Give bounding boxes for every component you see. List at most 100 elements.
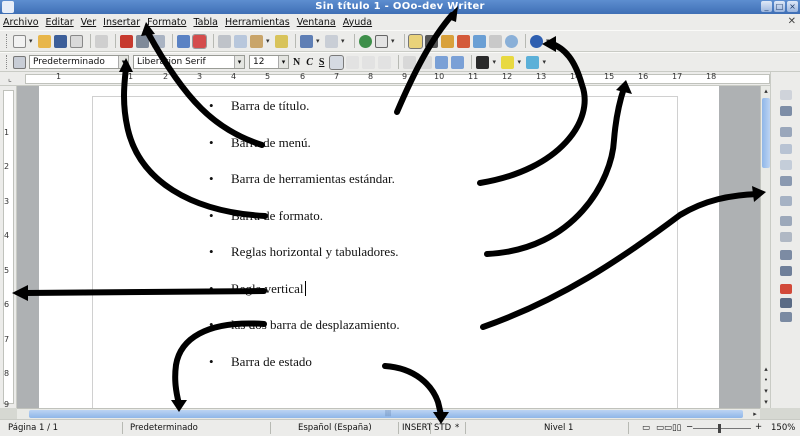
data-sources-icon[interactable] bbox=[473, 34, 486, 48]
zoom-slider[interactable] bbox=[693, 428, 751, 429]
paragraph-style-combo[interactable]: Predeterminado ▾ bbox=[29, 55, 129, 69]
menu-herramientas[interactable]: Herramientas bbox=[225, 17, 290, 28]
email-icon[interactable] bbox=[70, 34, 83, 48]
autospellcheck-icon[interactable] bbox=[192, 33, 207, 49]
bold-button[interactable]: N bbox=[293, 57, 300, 68]
align-text-icon[interactable] bbox=[780, 106, 792, 116]
highlighting-icon[interactable] bbox=[501, 55, 515, 69]
print-preview-icon[interactable] bbox=[152, 34, 165, 48]
hyperlink-icon[interactable] bbox=[359, 34, 372, 48]
language-indicator[interactable]: Español (España) bbox=[298, 423, 372, 433]
font-name-combo[interactable]: Liberation Serif ▾ bbox=[133, 55, 245, 69]
zoom-out-icon[interactable]: − bbox=[686, 422, 693, 432]
find-replace-icon[interactable] bbox=[425, 34, 438, 48]
zoom-in-icon[interactable]: + bbox=[755, 422, 762, 432]
toolbar-grip[interactable] bbox=[6, 55, 9, 69]
edit-file-icon[interactable] bbox=[95, 34, 108, 48]
vertical-ruler[interactable]: 1 2 3 4 5 6 7 8 9 bbox=[0, 86, 17, 409]
document-page[interactable]: Barra de título. Barra de menú. Barra de… bbox=[39, 86, 719, 408]
promote-icon[interactable] bbox=[780, 266, 792, 276]
chevron-down-icon[interactable]: ▾ bbox=[542, 56, 548, 69]
chevron-down-icon[interactable]: ▾ bbox=[118, 56, 128, 68]
move-icon[interactable] bbox=[780, 176, 792, 186]
list-item[interactable]: Barra de título. bbox=[209, 98, 400, 135]
menu-ventana[interactable]: Ventana bbox=[297, 17, 336, 28]
multi-page-view-icon[interactable]: ▭▭ bbox=[656, 423, 672, 433]
print-icon[interactable] bbox=[136, 34, 149, 48]
chevron-down-icon[interactable]: ▾ bbox=[517, 56, 523, 69]
close-button[interactable]: × bbox=[787, 1, 798, 12]
increase-indent-icon[interactable] bbox=[451, 55, 465, 69]
line-spacing-icon[interactable] bbox=[780, 196, 792, 206]
numbering-off-icon[interactable] bbox=[780, 284, 792, 294]
justify-icon[interactable] bbox=[378, 55, 392, 69]
menu-insertar[interactable]: Insertar bbox=[103, 17, 140, 28]
vertical-scrollbar[interactable]: ▴ ▴ • ▾ ▾ bbox=[760, 86, 770, 408]
list-item[interactable]: Regla vertical bbox=[209, 280, 400, 318]
horizontal-scroll-thumb[interactable]: ||| bbox=[29, 410, 743, 418]
bullets-icon[interactable] bbox=[419, 55, 433, 69]
new-document-icon[interactable] bbox=[13, 34, 26, 48]
minimize-button[interactable]: _ bbox=[761, 1, 772, 12]
copy-icon[interactable] bbox=[234, 34, 247, 48]
decrease-indent-icon[interactable] bbox=[435, 55, 449, 69]
help-icon[interactable] bbox=[530, 34, 543, 48]
align-center-icon[interactable] bbox=[346, 55, 360, 69]
chevron-down-icon[interactable]: ▾ bbox=[546, 35, 552, 48]
underline-button[interactable]: S bbox=[319, 57, 325, 68]
close-document-icon[interactable]: ✕ bbox=[788, 16, 796, 27]
book-view-icon[interactable]: ▯▯ bbox=[672, 423, 681, 433]
background-color-icon[interactable] bbox=[526, 55, 540, 69]
list-item[interactable]: Barra de herramientas estándar. bbox=[209, 171, 400, 208]
selection-mode-indicator[interactable]: STD bbox=[434, 423, 451, 433]
chevron-down-icon[interactable]: ▾ bbox=[316, 35, 322, 48]
arrow-right-icon[interactable] bbox=[780, 144, 792, 154]
arrange-icon[interactable] bbox=[780, 216, 792, 226]
list-item[interactable]: Barra de formato. bbox=[209, 208, 400, 245]
font-size-combo[interactable]: 12 ▾ bbox=[249, 55, 289, 69]
chevron-down-icon[interactable]: ▾ bbox=[278, 56, 288, 68]
chevron-down-icon[interactable]: ▾ bbox=[391, 35, 397, 48]
list-item[interactable]: Barra de estado bbox=[209, 354, 400, 391]
horizontal-ruler[interactable]: ⌞ 1 1 2 3 4 5 6 7 8 9 10 11 12 13 14 15 … bbox=[0, 72, 800, 86]
demote-icon[interactable] bbox=[780, 250, 792, 260]
menu-editar[interactable]: Editar bbox=[46, 17, 74, 28]
list-item[interactable]: las dos barra de desplazamiento. bbox=[209, 317, 400, 354]
paragraph-spacing-icon[interactable] bbox=[780, 160, 792, 170]
open-folder-icon[interactable] bbox=[38, 34, 51, 48]
vertical-scroll-thumb[interactable] bbox=[762, 98, 770, 168]
zoom-slider-knob[interactable] bbox=[718, 424, 721, 433]
show-draw-functions-icon[interactable] bbox=[408, 33, 423, 49]
paste-icon[interactable] bbox=[250, 34, 263, 48]
list-style-icon[interactable] bbox=[780, 298, 792, 308]
align-right-icon[interactable] bbox=[362, 55, 376, 69]
list-item[interactable]: Reglas horizontal y tabuladores. bbox=[209, 244, 400, 281]
chevron-down-icon[interactable]: ▾ bbox=[492, 56, 498, 69]
styles-formatting-icon[interactable] bbox=[13, 55, 26, 69]
redo-icon[interactable] bbox=[325, 34, 338, 48]
menu-ayuda[interactable]: Ayuda bbox=[343, 17, 372, 28]
clone-formatting-icon[interactable] bbox=[275, 34, 288, 48]
bullet-list[interactable]: Barra de título. Barra de menú. Barra de… bbox=[209, 98, 400, 390]
insert-mode-indicator[interactable]: INSERT bbox=[402, 423, 432, 433]
tab-stop-selector[interactable]: ⌞ bbox=[4, 74, 16, 84]
chevron-down-icon[interactable]: ▾ bbox=[341, 35, 347, 48]
undo-icon[interactable] bbox=[300, 34, 313, 48]
toolbar-grip[interactable] bbox=[6, 34, 9, 48]
maximize-button[interactable]: □ bbox=[774, 1, 785, 12]
move-down-icon[interactable] bbox=[780, 232, 792, 242]
menu-formato[interactable]: Formato bbox=[147, 17, 186, 28]
cut-icon[interactable] bbox=[218, 34, 231, 48]
spellcheck-icon[interactable] bbox=[177, 34, 190, 48]
indent-icon[interactable] bbox=[780, 127, 792, 137]
align-left-icon[interactable] bbox=[329, 54, 345, 70]
table-icon[interactable] bbox=[375, 34, 388, 48]
list-item[interactable]: Barra de menú. bbox=[209, 135, 400, 172]
chevron-down-icon[interactable]: ▾ bbox=[29, 35, 35, 48]
menu-archivo[interactable]: Archivo bbox=[3, 17, 39, 28]
single-page-view-icon[interactable]: ▭ bbox=[642, 423, 650, 433]
numbering-icon[interactable] bbox=[403, 55, 417, 69]
horizontal-scrollbar[interactable]: ||| ▸ bbox=[17, 408, 760, 419]
navigator-icon[interactable] bbox=[441, 34, 454, 48]
nonprinting-characters-icon[interactable] bbox=[489, 34, 502, 48]
